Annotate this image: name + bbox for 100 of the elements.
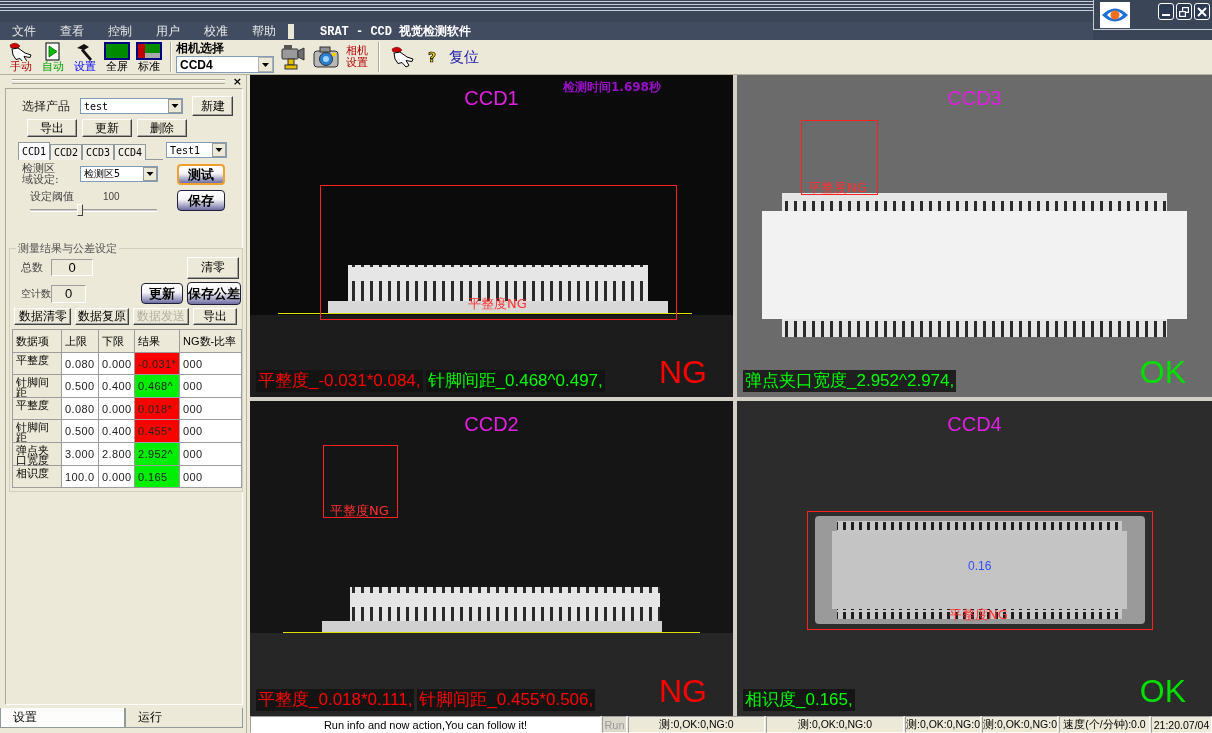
window-title: SRAT - CCD 视觉检测软件 xyxy=(320,23,472,40)
video-camera-icon[interactable] xyxy=(280,43,306,71)
count-status: 测:0,OK:0,NG:0 xyxy=(628,716,765,733)
update-button[interactable]: 更新 xyxy=(141,283,183,304)
group-title: 测量结果与公差设定 xyxy=(17,241,118,256)
status-message: Run info and now action,You can follow it! xyxy=(250,716,601,733)
verdict-text: OK xyxy=(1139,356,1186,388)
minimize-icon xyxy=(1162,14,1170,16)
region-dropdown[interactable]: 检测区5 xyxy=(80,166,158,182)
field-label: 总数 xyxy=(21,260,44,275)
hand-icon[interactable] xyxy=(390,46,416,68)
toolbar-button[interactable]: 标准 xyxy=(134,41,164,73)
verdict-text: NG xyxy=(659,675,707,707)
ccd-tab[interactable]: CCD1 xyxy=(18,142,50,160)
ccd-tab[interactable]: CCD2 xyxy=(50,144,82,160)
result-text: 针脚间距_0.455*0.506, xyxy=(417,689,596,711)
result-text: 平整度_0.018*0.111, xyxy=(256,689,415,711)
count-status: 测:0,OK:0,NG:0 xyxy=(982,716,1058,733)
roi-label: 平整度NG xyxy=(949,607,1008,622)
camera-label: CCD2 xyxy=(464,413,519,435)
reset-button[interactable]: 复位 xyxy=(449,47,480,67)
menu-item[interactable]: 文件 xyxy=(0,22,48,40)
roi-label: 平整度NG xyxy=(330,503,389,518)
panel-tab[interactable]: 运行 xyxy=(125,708,243,728)
time-status: 21:20.07/04 xyxy=(1151,716,1212,733)
menu-item[interactable]: 控制 xyxy=(96,22,144,40)
result-text: 相识度_0.165, xyxy=(743,689,855,711)
toolbar-button[interactable]: 全屏 xyxy=(102,41,132,73)
column-header: 上限 xyxy=(61,329,99,353)
slider-thumb[interactable] xyxy=(76,204,83,216)
data-button[interactable]: 数据清零 xyxy=(14,308,71,325)
row-header: 针脚间距 xyxy=(12,374,62,398)
threshold-value: 100 xyxy=(103,190,120,202)
close-button[interactable] xyxy=(1194,3,1210,20)
camera-icon[interactable] xyxy=(312,44,340,70)
total-count-field: 0 xyxy=(51,259,93,276)
hand-icon xyxy=(8,42,34,61)
threshold-slider[interactable] xyxy=(30,204,157,216)
row-header: 相识度 xyxy=(12,465,62,488)
camera-settings-button[interactable]: 相机设置 xyxy=(345,45,369,69)
column-header: 下限 xyxy=(98,329,135,353)
column-header: 结果 xyxy=(134,329,180,353)
column-header: 数据项 xyxy=(12,329,62,353)
field-label: 选择产品 xyxy=(22,97,71,115)
save-tolerance-button[interactable]: 保存公差 xyxy=(187,282,241,305)
product-dropdown[interactable]: test xyxy=(80,98,183,114)
toolbar-button[interactable]: 设置 xyxy=(70,41,100,73)
new-button[interactable]: 新建 xyxy=(192,96,233,116)
action-button[interactable]: 删除 xyxy=(137,119,187,137)
monitor-icon xyxy=(104,42,130,61)
action-button[interactable]: 更新 xyxy=(82,119,132,137)
result-text: 平整度_-0.031*0.084, xyxy=(256,370,423,392)
split-monitor-icon xyxy=(136,42,162,61)
measure-value: 0.16 xyxy=(968,559,992,573)
data-button[interactable]: 数据复原 xyxy=(75,308,129,325)
close-button[interactable]: × xyxy=(232,76,242,87)
toolbar-button[interactable]: 手动 xyxy=(6,41,36,73)
menu-item[interactable]: 用户 xyxy=(144,22,192,40)
inspection-time: 检测时间1.698秒 xyxy=(563,79,661,96)
column-header: NG数-比率 xyxy=(179,329,242,353)
action-button[interactable]: 保存 xyxy=(177,190,225,211)
roi-label: 平整度NG xyxy=(468,296,527,311)
speed-status: 速度(个/分钟):0.0 xyxy=(1059,716,1150,733)
count-status: 测:0,OK:0,NG:0 xyxy=(905,716,981,733)
field-label: 空计数 xyxy=(21,286,51,301)
row-header: 弹点夹口宽度 xyxy=(12,442,62,466)
row-header: 平整度 xyxy=(12,352,62,375)
empty-count-field: 0 xyxy=(51,284,86,303)
panel-tab[interactable]: 设置 xyxy=(0,708,125,728)
run-indicator: Run xyxy=(602,716,627,733)
restore-button[interactable] xyxy=(1176,3,1192,20)
camera-dropdown[interactable]: CCD4 xyxy=(176,56,274,73)
eye-logo-icon xyxy=(1100,2,1130,28)
camera-label: CCD1 xyxy=(464,87,519,109)
count-status: 测:0,OK:0,NG:0 xyxy=(766,716,904,733)
test-dropdown[interactable]: Test1 xyxy=(166,142,227,158)
verdict-text: NG xyxy=(659,356,707,388)
row-header: 平整度 xyxy=(12,397,62,420)
camera-select-label: 相机选择 xyxy=(176,41,224,55)
camera-label: CCD4 xyxy=(947,413,1002,435)
menu-item[interactable]: 帮助 xyxy=(240,22,288,40)
result-text: 针脚间距_0.468^0.497, xyxy=(425,370,605,392)
close-icon xyxy=(1197,6,1207,17)
field-label: 设定阈值 xyxy=(30,188,75,204)
menu-item[interactable]: 查看 xyxy=(48,22,96,40)
roi-label: 平整度NG xyxy=(808,180,867,195)
field-label: 检测区域设定: xyxy=(22,163,60,185)
ccd-tab[interactable]: CCD4 xyxy=(114,144,146,160)
verdict-text: OK xyxy=(1139,675,1186,707)
camera-label: CCD3 xyxy=(947,87,1002,109)
row-header: 针脚间距 xyxy=(12,419,62,443)
action-button[interactable]: 导出 xyxy=(27,119,77,137)
action-button[interactable]: 测试 xyxy=(177,164,225,185)
restore-icon xyxy=(1179,6,1189,17)
clear-button[interactable]: 清零 xyxy=(187,256,239,279)
data-button[interactable]: 导出 xyxy=(193,308,237,325)
menu-item[interactable]: 校准 xyxy=(192,22,240,40)
result-text: 弹点夹口宽度_2.952^2.974, xyxy=(743,370,957,392)
minimize-button[interactable] xyxy=(1158,3,1174,20)
ccd-tab[interactable]: CCD3 xyxy=(82,144,114,160)
